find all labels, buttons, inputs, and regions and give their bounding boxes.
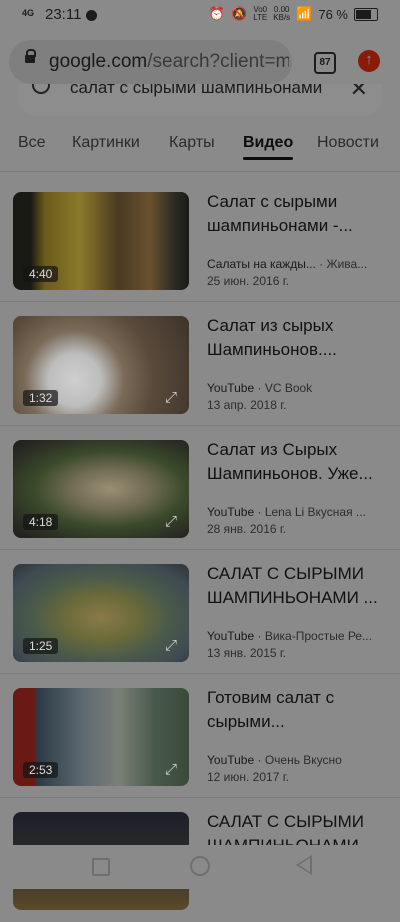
expand-icon[interactable]: ⤢ xyxy=(163,638,179,654)
video-thumbnail[interactable]: 4:18 ⤢ xyxy=(13,440,189,538)
video-duration: 1:32 xyxy=(23,390,59,406)
browser-toolbar: google.com/search?client=ms 87 xyxy=(0,32,400,90)
video-date: 25 июн. 2016 г. xyxy=(207,274,289,288)
video-meta: YouTube · Lena Li Вкусная ... 28 янв. 20… xyxy=(207,505,366,536)
video-result[interactable]: 1:25 ⤢ САЛАТ С СЫРЫМИ ШАМПИНЬОНАМИ ... Y… xyxy=(0,550,400,674)
signal-strength: 4G xyxy=(22,8,35,18)
video-meta: YouTube · Вика-Простые Ре... 13 янв. 201… xyxy=(207,629,372,660)
system-nav-bar xyxy=(0,845,400,889)
video-duration: 2:53 xyxy=(23,762,59,778)
video-channel: VC Book xyxy=(264,381,313,395)
lock-icon xyxy=(25,49,36,63)
url-text[interactable]: google.com/search?client=ms xyxy=(49,51,289,73)
video-result[interactable]: 4:18 ⤢ Салат из Сырых Шампиньонов. Уже..… xyxy=(0,426,400,550)
video-source: YouTube xyxy=(207,753,255,767)
search-category-tabs: Все Картинки Карты Видео Новости xyxy=(0,130,400,164)
video-date: 13 апр. 2018 г. xyxy=(207,398,287,412)
video-thumbnail[interactable]: 2:53 ⤢ xyxy=(13,688,189,786)
volte-indicator: Vo0 LTE xyxy=(253,5,268,22)
video-channel: Жива... xyxy=(326,257,368,271)
video-source: YouTube xyxy=(207,381,255,395)
video-result[interactable]: 4:40 Салат с сырыми шампиньонами -... Са… xyxy=(0,178,400,302)
expand-icon[interactable]: ⤢ xyxy=(163,762,179,778)
video-date: 13 янв. 2015 г. xyxy=(207,646,287,660)
wifi-icon: 📶 xyxy=(296,6,313,21)
video-source: YouTube xyxy=(207,629,255,643)
video-result[interactable]: 2:53 ⤢ Готовим салат с сырыми... YouTube… xyxy=(0,674,400,798)
tab-maps[interactable]: Карты xyxy=(169,130,215,162)
expand-icon[interactable]: ⤢ xyxy=(163,390,179,406)
video-title[interactable]: Салат из сырых Шампиньонов.... xyxy=(207,314,387,362)
video-thumbnail[interactable]: 4:40 xyxy=(13,192,189,290)
status-icons: ⏰ 🔕 Vo0 LTE 0.00 KB/s 📶 76 % xyxy=(209,6,378,22)
video-duration: 4:18 xyxy=(23,514,59,530)
video-source: Салаты на кажды... xyxy=(207,257,316,271)
status-bar: 4G 23:11 ⏰ 🔕 Vo0 LTE 0.00 KB/s 📶 76 % xyxy=(0,0,400,32)
search-query[interactable]: салат с сырыми шампиньонами xyxy=(70,84,350,98)
search-icon xyxy=(32,84,50,94)
video-date: 28 янв. 2016 г. xyxy=(207,522,287,536)
recents-button[interactable] xyxy=(92,858,110,876)
back-button[interactable] xyxy=(296,855,312,875)
video-thumbnail[interactable]: 1:32 ⤢ xyxy=(13,316,189,414)
net-speed: 0.00 KB/s xyxy=(273,5,291,22)
tab-videos[interactable]: Видео xyxy=(243,130,294,162)
app-notification-icon xyxy=(86,10,97,21)
divider xyxy=(0,171,400,172)
video-thumbnail[interactable]: 1:25 ⤢ xyxy=(13,564,189,662)
url-host: google.com xyxy=(49,51,148,72)
tab-images[interactable]: Картинки xyxy=(72,130,140,162)
video-results-list: 4:40 Салат с сырыми шампиньонами -... Са… xyxy=(0,178,400,922)
alarm-icon: ⏰ xyxy=(208,6,225,21)
video-title[interactable]: Салат из Сырых Шампиньонов. Уже... xyxy=(207,438,387,486)
video-title[interactable]: САЛАТ С СЫРЫМИ ШАМПИНЬОНАМИ ... xyxy=(207,562,387,610)
battery-percent: 76 % xyxy=(318,6,348,22)
battery-icon xyxy=(354,7,378,21)
video-title[interactable]: Салат с сырыми шампиньонами -... xyxy=(207,190,387,238)
close-icon[interactable]: ✕ xyxy=(350,84,368,102)
update-icon[interactable] xyxy=(358,50,380,72)
video-channel: Lena Li Вкусная ... xyxy=(264,505,366,519)
video-duration: 4:40 xyxy=(23,266,59,282)
address-bar[interactable]: google.com/search?client=ms xyxy=(9,40,292,84)
tab-all[interactable]: Все xyxy=(18,130,46,162)
video-meta: YouTube · VC Book 13 апр. 2018 г. xyxy=(207,381,313,412)
tab-switcher-button[interactable]: 87 xyxy=(314,52,336,74)
video-title[interactable]: Готовим салат с сырыми... xyxy=(207,686,387,734)
video-channel: Очень Вкусно xyxy=(264,753,342,767)
video-result[interactable]: 1:32 ⤢ Салат из сырых Шампиньонов.... Yo… xyxy=(0,302,400,426)
video-source: YouTube xyxy=(207,505,255,519)
mute-icon: 🔕 xyxy=(231,6,248,21)
expand-icon[interactable]: ⤢ xyxy=(163,514,179,530)
search-box[interactable]: салат с сырыми шампиньонами ✕ xyxy=(18,84,382,116)
video-duration: 1:25 xyxy=(23,638,59,654)
video-meta: Салаты на кажды... · Жива... 25 июн. 201… xyxy=(207,257,368,288)
clock: 23:11 xyxy=(45,6,82,23)
url-path: /search?client=ms xyxy=(147,51,289,72)
home-button[interactable] xyxy=(190,856,210,876)
video-date: 12 июн. 2017 г. xyxy=(207,770,289,784)
tab-news[interactable]: Новости xyxy=(317,130,379,162)
video-channel: Вика-Простые Ре... xyxy=(264,629,372,643)
video-meta: YouTube · Очень Вкусно 12 июн. 2017 г. xyxy=(207,753,342,784)
